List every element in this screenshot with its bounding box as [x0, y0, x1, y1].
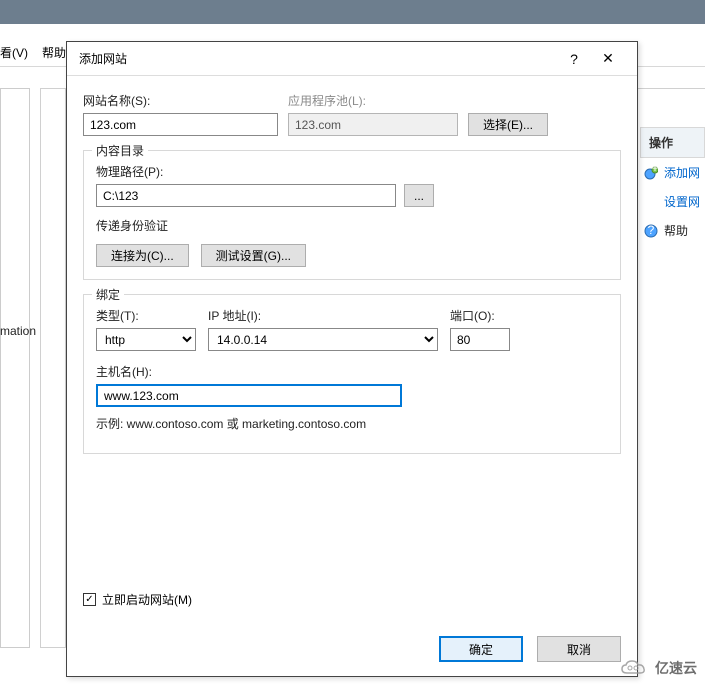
host-name-label: 主机名(H): [96, 363, 402, 380]
binding-port-input[interactable] [450, 328, 510, 351]
dialog-titlebar: 添加网站 ? ✕ [67, 42, 637, 76]
dialog-help-button[interactable]: ? [557, 51, 591, 67]
left-tree-panel [0, 88, 30, 648]
right-panel-top-border [638, 88, 705, 126]
host-name-input[interactable] [96, 384, 402, 407]
action-set-website-label: 设置网 [664, 193, 700, 210]
physical-path-label: 物理路径(P): [96, 163, 608, 180]
binding-type-select[interactable]: http [96, 328, 196, 351]
action-add-website-label: 添加网 [664, 164, 700, 181]
window-topbar [0, 0, 705, 24]
app-pool-input [288, 113, 458, 136]
add-website-dialog: 添加网站 ? ✕ 网站名称(S): 应用程序池(L): 选择(E)... 内容目… [66, 41, 638, 677]
svg-text:+: + [651, 166, 658, 175]
menu-view[interactable]: 看(V) [0, 44, 28, 61]
watermark: 亿速云 [619, 658, 697, 678]
action-help[interactable]: ? 帮助 [640, 216, 705, 245]
actions-panel: 操作 + 添加网 设置网 ? 帮助 [640, 127, 705, 245]
cloud-icon [619, 658, 649, 678]
connect-as-button[interactable]: 连接为(C)... [96, 244, 189, 267]
content-directory-group-title: 内容目录 [92, 142, 148, 159]
action-help-label: 帮助 [664, 222, 688, 239]
globe-add-icon: + [644, 166, 658, 180]
site-name-label: 网站名称(S): [83, 92, 278, 109]
browse-path-button[interactable]: ... [404, 184, 434, 207]
test-settings-button[interactable]: 测试设置(G)... [201, 244, 306, 267]
site-name-input[interactable] [83, 113, 278, 136]
binding-group-title: 绑定 [92, 286, 124, 303]
ok-button[interactable]: 确定 [439, 636, 523, 662]
help-icon: ? [644, 224, 658, 238]
watermark-text: 亿速云 [655, 658, 697, 678]
cancel-button[interactable]: 取消 [537, 636, 621, 662]
app-pool-label: 应用程序池(L): [288, 92, 458, 109]
physical-path-input[interactable] [96, 184, 396, 207]
binding-ip-select[interactable]: 14.0.0.14 [208, 328, 438, 351]
content-directory-group: 内容目录 物理路径(P): ... 传递身份验证 连接为(C)... 测试设置(… [83, 150, 621, 280]
start-immediately-label: 立即启动网站(M) [102, 591, 192, 608]
binding-ip-label: IP 地址(I): [208, 307, 438, 324]
action-add-website[interactable]: + 添加网 [640, 158, 705, 187]
start-immediately-checkbox[interactable]: ✓ [83, 593, 96, 606]
content-panel-edge [40, 88, 66, 648]
select-app-pool-button[interactable]: 选择(E)... [468, 113, 548, 136]
action-set-website[interactable]: 设置网 [640, 187, 705, 216]
pass-through-auth-label: 传递身份验证 [96, 217, 608, 234]
binding-type-label: 类型(T): [96, 307, 196, 324]
actions-header: 操作 [640, 127, 705, 158]
svg-text:?: ? [648, 224, 655, 237]
dialog-title: 添加网站 [79, 50, 557, 67]
binding-port-label: 端口(O): [450, 307, 510, 324]
host-name-example: 示例: www.contoso.com 或 marketing.contoso.… [96, 415, 608, 432]
dialog-close-button[interactable]: ✕ [591, 50, 625, 67]
binding-group: 绑定 类型(T): http IP 地址(I): 14.0.0.14 端口(O)… [83, 294, 621, 454]
